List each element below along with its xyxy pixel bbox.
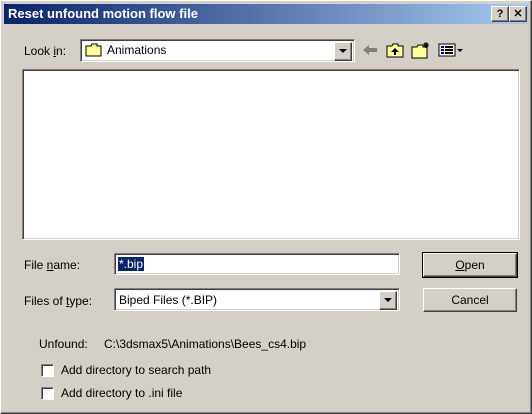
- look-in-combo[interactable]: Animations: [80, 39, 355, 62]
- view-menu-icon[interactable]: [437, 41, 465, 59]
- folder-icon: [85, 43, 103, 60]
- help-button[interactable]: ?: [491, 6, 509, 22]
- title-bar[interactable]: Reset unfound motion flow file ? ✕: [4, 4, 528, 24]
- search-path-checkbox[interactable]: [41, 364, 54, 377]
- file-name-value: *.bip: [118, 257, 145, 271]
- dialog-window: Reset unfound motion flow file ? ✕ Look …: [0, 0, 532, 414]
- unfound-label: Unfound:: [39, 337, 88, 351]
- files-of-type-label: Files of type:: [24, 294, 93, 308]
- ini-file-checkbox[interactable]: [41, 387, 54, 400]
- files-of-type-dropdown-button[interactable]: [379, 291, 397, 310]
- new-folder-icon[interactable]: [411, 41, 431, 59]
- open-button[interactable]: Open: [422, 252, 518, 278]
- cancel-button[interactable]: Cancel: [423, 288, 517, 312]
- files-of-type-combo[interactable]: Biped Files (*.BIP): [114, 288, 400, 311]
- back-arrow-icon[interactable]: [360, 41, 380, 59]
- file-list[interactable]: [22, 69, 520, 240]
- unfound-path: C:\3dsmax5\Animations\Bees_cs4.bip: [104, 337, 307, 351]
- ini-file-checkbox-label[interactable]: Add directory to .ini file: [61, 386, 182, 400]
- file-name-label: File name:: [24, 258, 81, 272]
- window-title: Reset unfound motion flow file: [8, 6, 198, 21]
- file-name-input[interactable]: *.bip: [114, 253, 400, 275]
- look-in-label: Look in:: [24, 44, 67, 58]
- close-button[interactable]: ✕: [509, 6, 527, 22]
- up-folder-icon[interactable]: [385, 41, 405, 59]
- look-in-dropdown-button[interactable]: [334, 42, 352, 61]
- look-in-value: Animations: [107, 43, 167, 57]
- search-path-checkbox-label[interactable]: Add directory to search path: [61, 363, 211, 377]
- files-of-type-value: Biped Files (*.BIP): [119, 293, 218, 307]
